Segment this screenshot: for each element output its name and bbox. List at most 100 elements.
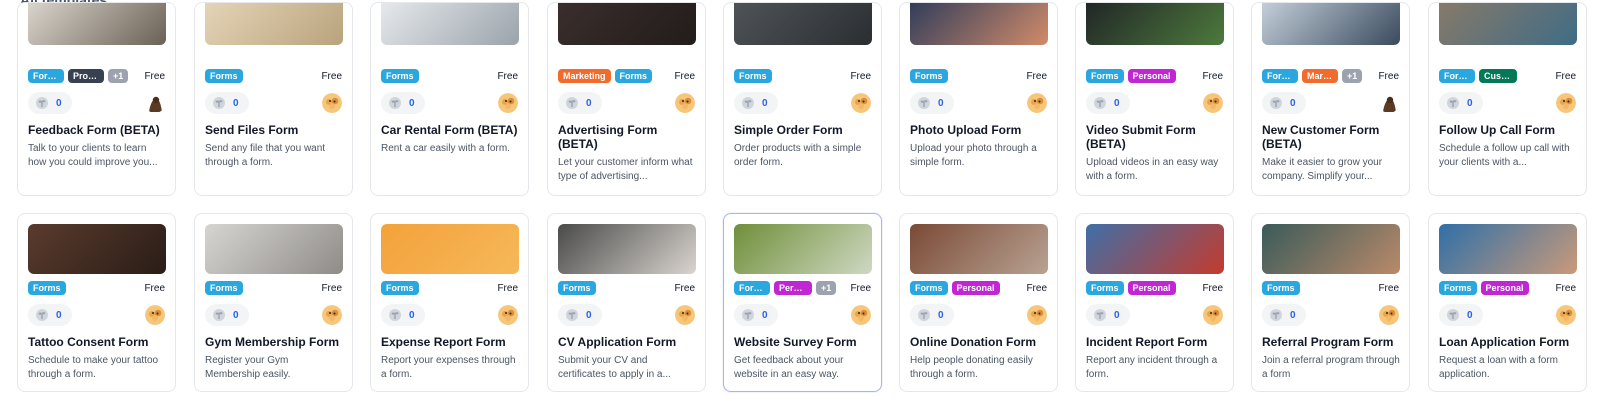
template-card-feedback-form[interactable]: Forms Product +1 Free 0 Feedback Form (BETA) T…: [17, 2, 176, 196]
template-thumbnail[interactable]: [205, 224, 343, 274]
author-avatar[interactable]: [675, 93, 695, 113]
author-avatar[interactable]: [322, 93, 342, 113]
clone-count-pill[interactable]: 0: [734, 92, 778, 114]
author-avatar[interactable]: [675, 305, 695, 325]
clone-count-pill[interactable]: 0: [205, 304, 249, 326]
category-tag[interactable]: Personal: [1480, 281, 1529, 295]
category-tag[interactable]: Forms: [205, 69, 243, 83]
category-tag[interactable]: Forms: [1262, 281, 1300, 295]
template-thumbnail[interactable]: [1262, 224, 1400, 274]
template-title[interactable]: Advertising Form (BETA): [558, 123, 699, 151]
clone-count-pill[interactable]: 0: [910, 92, 954, 114]
template-title[interactable]: Expense Report Form: [381, 335, 522, 349]
category-tag[interactable]: Customer Support: [1479, 69, 1517, 83]
author-avatar[interactable]: [1556, 93, 1576, 113]
author-avatar[interactable]: [1027, 305, 1047, 325]
clone-count-pill[interactable]: 0: [1086, 92, 1130, 114]
template-thumbnail[interactable]: [381, 3, 519, 45]
template-card-follow-up-call-form[interactable]: Forms Customer Support Free 0 Follow Up Call…: [1428, 2, 1587, 196]
template-thumbnail[interactable]: [1439, 3, 1577, 45]
template-title[interactable]: Send Files Form: [205, 123, 346, 137]
category-tag[interactable]: Forms: [558, 281, 596, 295]
template-card-new-customer-form[interactable]: Forms Marketing +1 Free 0 New Customer Form (…: [1251, 2, 1410, 196]
category-tag[interactable]: Personal: [774, 281, 812, 295]
author-avatar[interactable]: [322, 305, 342, 325]
clone-count-pill[interactable]: 0: [910, 304, 954, 326]
template-card-referral-program-form[interactable]: Forms Free 0 Referral Program Form Join a re…: [1251, 213, 1410, 392]
clone-count-pill[interactable]: 0: [734, 304, 778, 326]
category-tag[interactable]: Forms: [28, 281, 66, 295]
template-thumbnail[interactable]: [1262, 3, 1400, 45]
author-avatar[interactable]: [1556, 305, 1576, 325]
clone-count-pill[interactable]: 0: [1439, 92, 1483, 114]
category-tag[interactable]: Forms: [28, 69, 64, 83]
author-avatar[interactable]: [498, 93, 518, 113]
category-tag[interactable]: Forms: [1262, 69, 1298, 83]
template-title[interactable]: Follow Up Call Form: [1439, 123, 1580, 137]
clone-count-pill[interactable]: 0: [28, 92, 72, 114]
author-avatar[interactable]: [1203, 305, 1223, 325]
template-thumbnail[interactable]: [1086, 224, 1224, 274]
template-card-car-rental-form[interactable]: Forms Free 0 Car Rental Form (BETA) Rent a c…: [370, 2, 529, 196]
category-tag[interactable]: Personal: [951, 281, 1000, 295]
author-avatar[interactable]: [1379, 93, 1399, 113]
template-title[interactable]: CV Application Form: [558, 335, 699, 349]
clone-count-pill[interactable]: 0: [1262, 92, 1306, 114]
template-thumbnail[interactable]: [734, 224, 872, 274]
template-card-advertising-form[interactable]: Marketing Forms Free 0 Advertising Form (BET…: [547, 2, 706, 196]
template-title[interactable]: Car Rental Form (BETA): [381, 123, 522, 137]
template-card-website-survey-form[interactable]: Forms Personal +1 Free 0 Website Survey Form G…: [723, 213, 882, 392]
template-card-gym-membership-form[interactable]: Forms Free 0 Gym Membership Form Register yo…: [194, 213, 353, 392]
category-tag[interactable]: Forms: [734, 281, 770, 295]
category-tag[interactable]: Forms: [910, 281, 948, 295]
category-tag[interactable]: Personal: [1127, 281, 1176, 295]
category-tag[interactable]: Personal: [1127, 69, 1176, 83]
author-avatar[interactable]: [1203, 93, 1223, 113]
template-card-online-donation-form[interactable]: Forms Personal Free 0 Online Donation Form He…: [899, 213, 1058, 392]
author-avatar[interactable]: [498, 305, 518, 325]
author-avatar[interactable]: [851, 305, 871, 325]
template-thumbnail[interactable]: [28, 224, 166, 274]
template-title[interactable]: New Customer Form (BETA): [1262, 123, 1403, 151]
template-title[interactable]: Gym Membership Form: [205, 335, 346, 349]
author-avatar[interactable]: [1379, 305, 1399, 325]
template-card-tattoo-consent-form[interactable]: Forms Free 0 Tattoo Consent Form Schedule to…: [17, 213, 176, 392]
category-tag[interactable]: Forms: [1086, 281, 1124, 295]
category-tag[interactable]: Forms: [1439, 69, 1475, 83]
more-tags-badge[interactable]: +1: [816, 281, 837, 295]
template-card-incident-report-form[interactable]: Forms Personal Free 0 Incident Report Form Re…: [1075, 213, 1234, 392]
category-tag[interactable]: Forms: [205, 281, 243, 295]
template-title[interactable]: Tattoo Consent Form: [28, 335, 169, 349]
template-thumbnail[interactable]: [28, 3, 166, 45]
clone-count-pill[interactable]: 0: [1086, 304, 1130, 326]
clone-count-pill[interactable]: 0: [205, 92, 249, 114]
template-thumbnail[interactable]: [910, 224, 1048, 274]
template-title[interactable]: Loan Application Form: [1439, 335, 1580, 349]
author-avatar[interactable]: [1027, 93, 1047, 113]
clone-count-pill[interactable]: 0: [558, 304, 602, 326]
clone-count-pill[interactable]: 0: [1262, 304, 1306, 326]
template-title[interactable]: Website Survey Form: [734, 335, 875, 349]
category-tag[interactable]: Forms: [1086, 69, 1124, 83]
category-tag[interactable]: Product: [68, 69, 104, 83]
category-tag[interactable]: Forms: [614, 69, 653, 83]
clone-count-pill[interactable]: 0: [1439, 304, 1483, 326]
author-avatar[interactable]: [851, 93, 871, 113]
template-title[interactable]: Photo Upload Form: [910, 123, 1051, 137]
category-tag[interactable]: Marketing: [558, 69, 611, 83]
clone-count-pill[interactable]: 0: [558, 92, 602, 114]
template-card-video-submit-form[interactable]: Forms Personal Free 0 Video Submit Form (BET…: [1075, 2, 1234, 196]
more-tags-badge[interactable]: +1: [108, 69, 129, 83]
template-card-cv-application-form[interactable]: Forms Free 0 CV Application Form Submit your…: [547, 213, 706, 392]
template-thumbnail[interactable]: [205, 3, 343, 45]
template-card-expense-report-form[interactable]: Forms Free 0 Expense Report Form Report your…: [370, 213, 529, 392]
template-card-simple-order-form[interactable]: Forms Free 0 Simple Order Form Order product…: [723, 2, 882, 196]
category-tag[interactable]: Forms: [910, 69, 948, 83]
template-thumbnail[interactable]: [558, 3, 696, 45]
template-title[interactable]: Simple Order Form: [734, 123, 875, 137]
clone-count-pill[interactable]: 0: [381, 304, 425, 326]
template-card-photo-upload-form[interactable]: Forms Free 0 Photo Upload Form Upload your p…: [899, 2, 1058, 196]
category-tag[interactable]: Forms: [381, 281, 419, 295]
template-title[interactable]: Referral Program Form: [1262, 335, 1403, 349]
template-thumbnail[interactable]: [910, 3, 1048, 45]
